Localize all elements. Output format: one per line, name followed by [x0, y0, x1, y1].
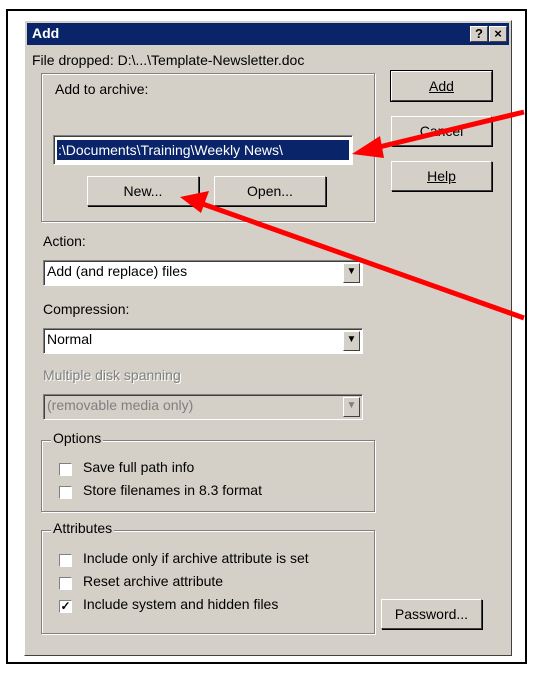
arrowhead-icon [352, 136, 384, 158]
annotation-arrows [180, 109, 525, 321]
arrowhead-icon [180, 191, 209, 213]
arrow-to-new-button [199, 200, 525, 321]
arrow-to-archive-path [374, 109, 525, 151]
